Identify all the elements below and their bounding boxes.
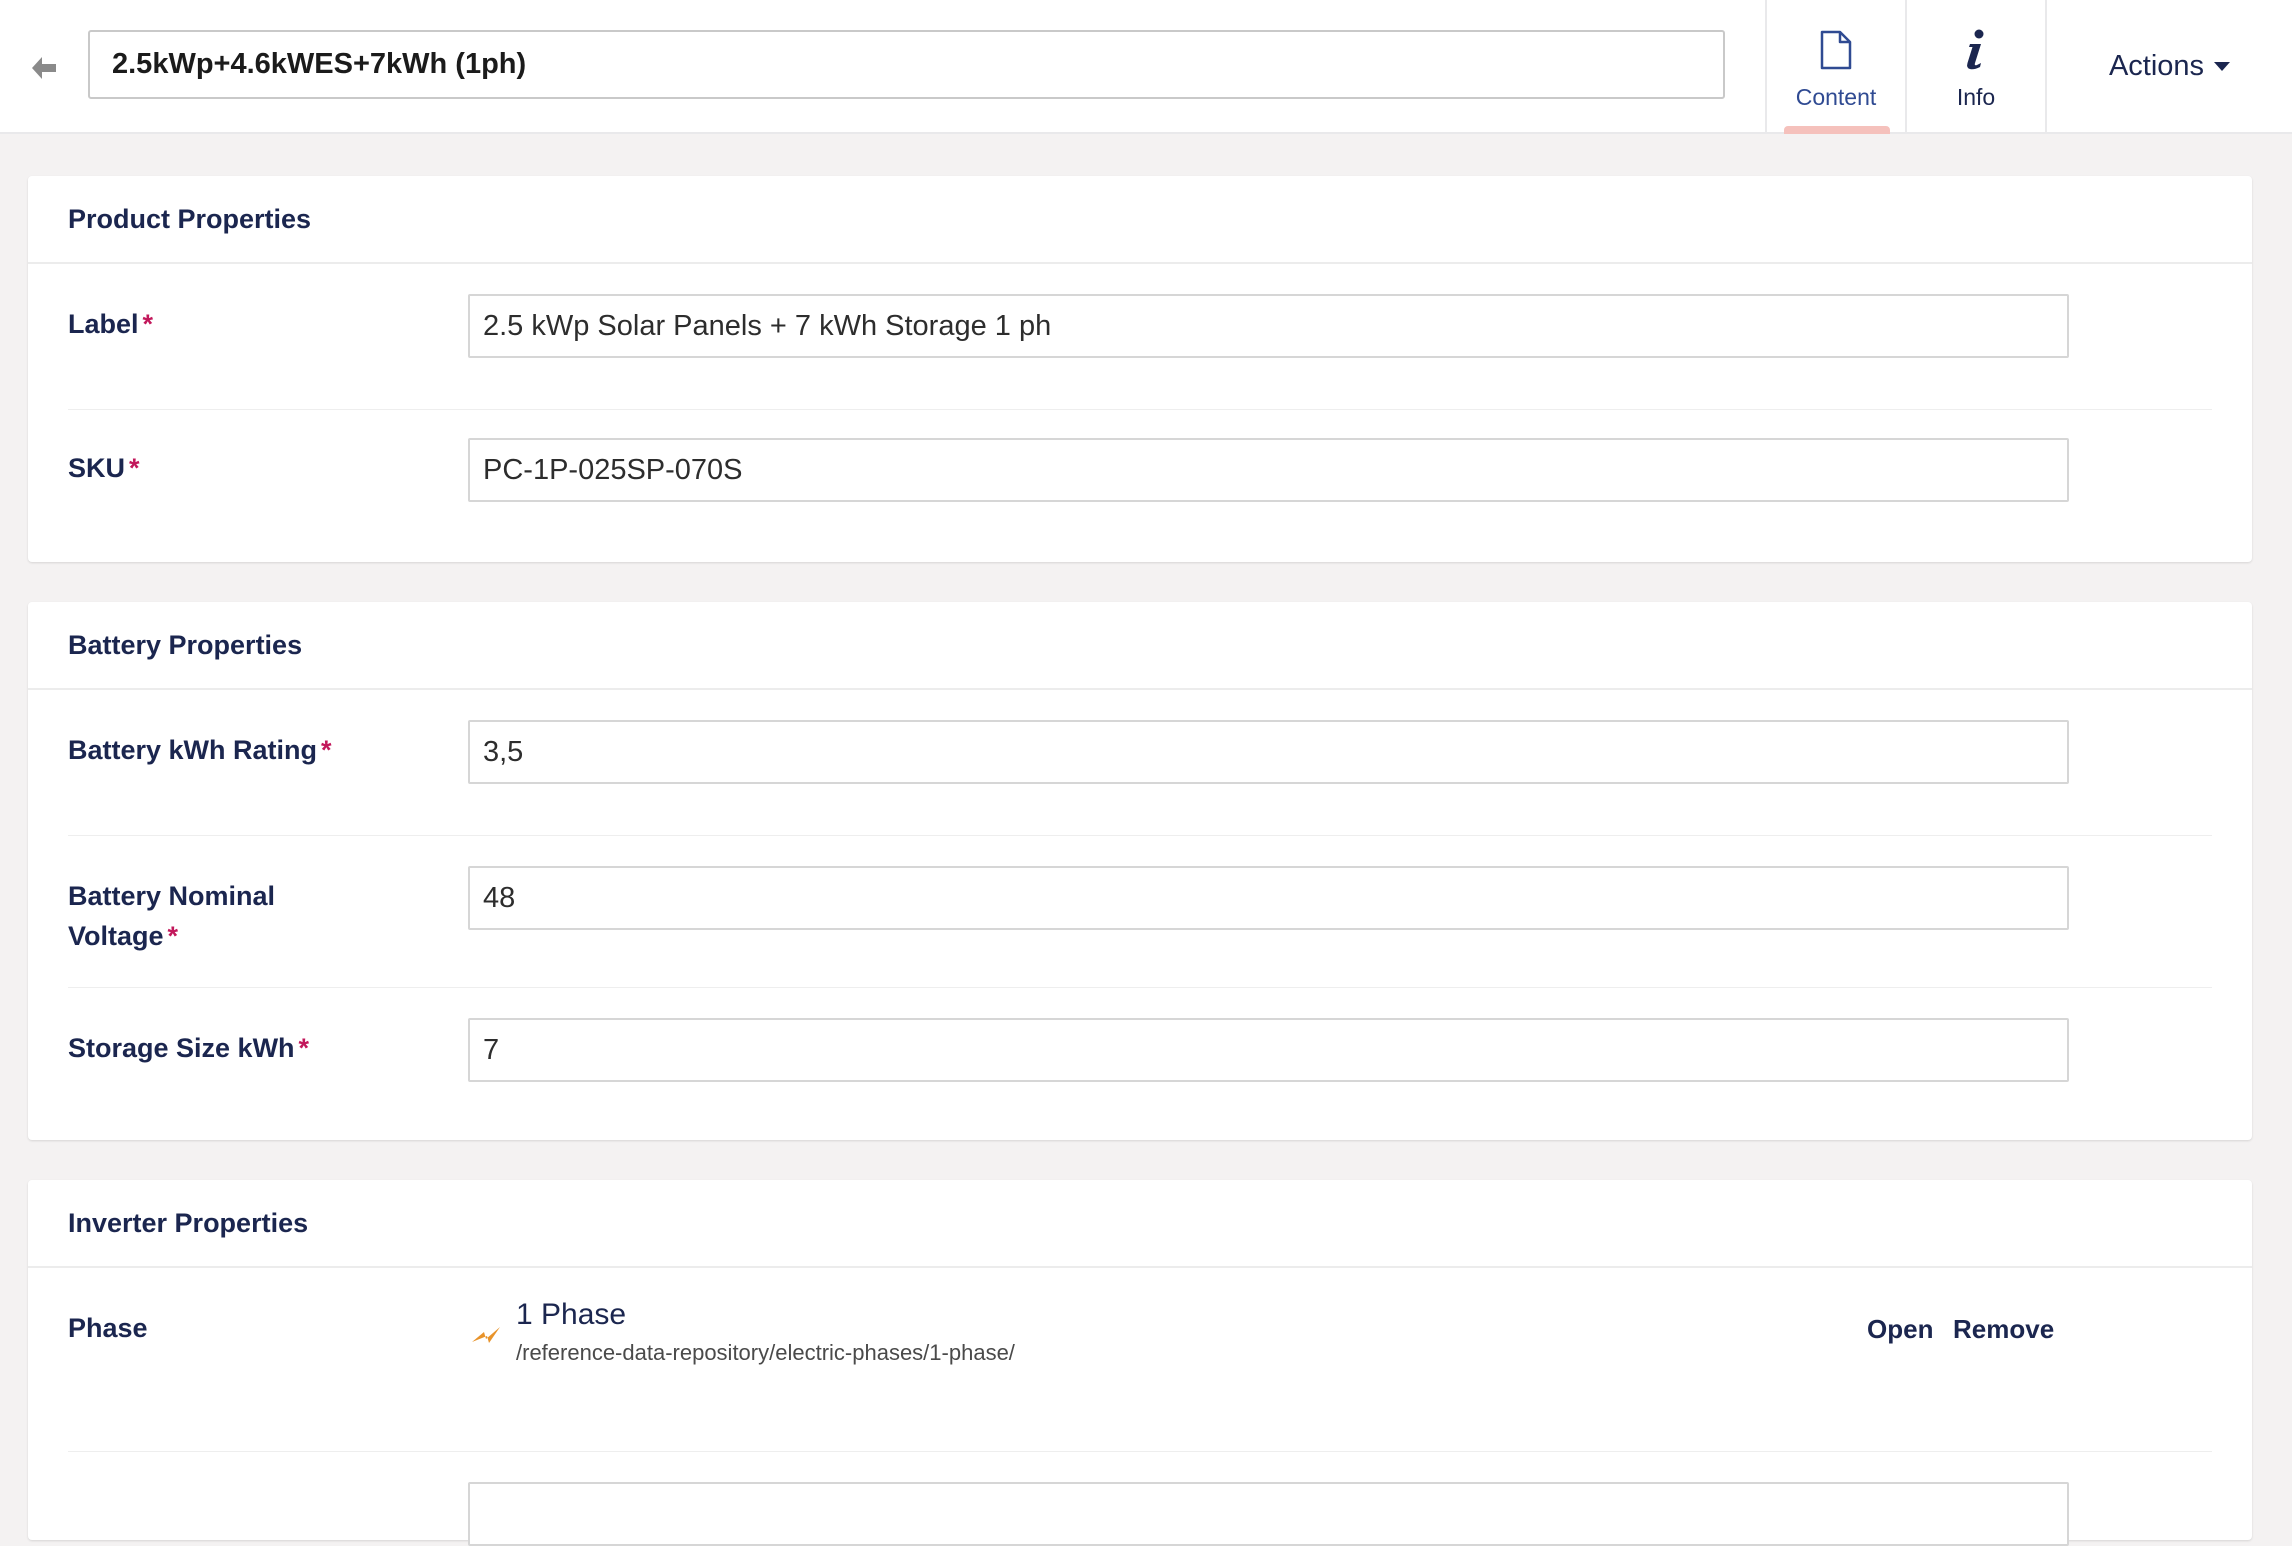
property-row-sku: SKU * [68, 410, 2212, 560]
back-button[interactable] [26, 48, 62, 88]
picked-item-path: /reference-data-repository/electric-phas… [516, 1340, 1015, 1365]
editor-header: Content Info Actions [0, 0, 2292, 134]
open-button[interactable]: Open [1867, 1314, 1933, 1345]
field-label-text: Battery kWh Rating [68, 735, 318, 765]
arrow-left-icon [32, 57, 56, 79]
document-icon [1819, 28, 1853, 72]
field-label: Phase [68, 1313, 148, 1343]
next-field-input[interactable] [468, 1482, 2069, 1546]
actions-area: Actions [2045, 0, 2292, 134]
panel-title: Product Properties [28, 176, 2252, 264]
field-label: Label * [68, 304, 368, 344]
required-marker: * [298, 1033, 310, 1063]
field-label-text: Battery Nominal [68, 881, 276, 911]
field-label: Battery kWh Rating * [68, 730, 368, 770]
panel-title: Battery Properties [28, 602, 2252, 690]
field-label-text: Label [68, 309, 139, 339]
actions-dropdown-button[interactable]: Actions [2108, 49, 2231, 83]
label-input[interactable] [468, 294, 2069, 358]
field-label-text: Storage Size kWh [68, 1033, 295, 1063]
tab-info[interactable]: Info [1905, 0, 2045, 134]
property-row-battery-nominal-voltage: Battery Nominal Voltage * [68, 836, 2212, 988]
node-name-input[interactable] [88, 30, 1725, 99]
tab-content[interactable]: Content [1765, 0, 1905, 134]
required-marker: * [142, 309, 154, 339]
property-row-next [68, 1452, 2212, 1546]
lightning-icon [472, 1327, 500, 1343]
panel-title: Inverter Properties [28, 1180, 2252, 1268]
storage-size-input[interactable] [468, 1018, 2069, 1082]
info-icon [1964, 28, 1988, 72]
tab-content-label: Content [1795, 84, 1877, 110]
field-label-text: SKU [68, 453, 126, 483]
product-properties-panel: Product Properties Label* SKU* [28, 176, 2252, 562]
battery-nominal-voltage-input[interactable] [468, 866, 2069, 930]
caret-down-icon [2214, 61, 2231, 71]
property-row-storage-size: Storage Size kWh * [68, 988, 2212, 1138]
sku-input[interactable] [468, 438, 2069, 502]
property-row-label: Label * [68, 264, 2212, 410]
property-row-phase: Phase 1 Phase /reference-data-repository… [68, 1268, 2212, 1452]
required-marker: * [167, 921, 179, 951]
field-label-text: Voltage [68, 921, 164, 951]
field-label: Storage Size kWh * [68, 1028, 368, 1068]
battery-kwh-rating-input[interactable] [468, 720, 2069, 784]
active-tab-indicator [1784, 126, 1890, 134]
actions-label: Actions [2108, 49, 2205, 82]
battery-properties-panel: Battery Properties Battery kWh Rating* B… [28, 602, 2252, 1140]
required-marker: * [129, 453, 140, 483]
inverter-properties-panel: Inverter Properties Phase 1 Phase /refer… [28, 1180, 2252, 1546]
tab-info-label: Info [1956, 84, 1996, 110]
picked-item-name[interactable]: 1 Phase [516, 1298, 626, 1332]
field-label: SKU * [68, 448, 368, 488]
property-row-battery-kwh-rating: Battery kWh Rating * [68, 690, 2212, 836]
remove-button[interactable]: Remove [1953, 1314, 2054, 1345]
required-marker: * [321, 735, 332, 765]
field-label: Battery Nominal Voltage * [68, 876, 368, 956]
